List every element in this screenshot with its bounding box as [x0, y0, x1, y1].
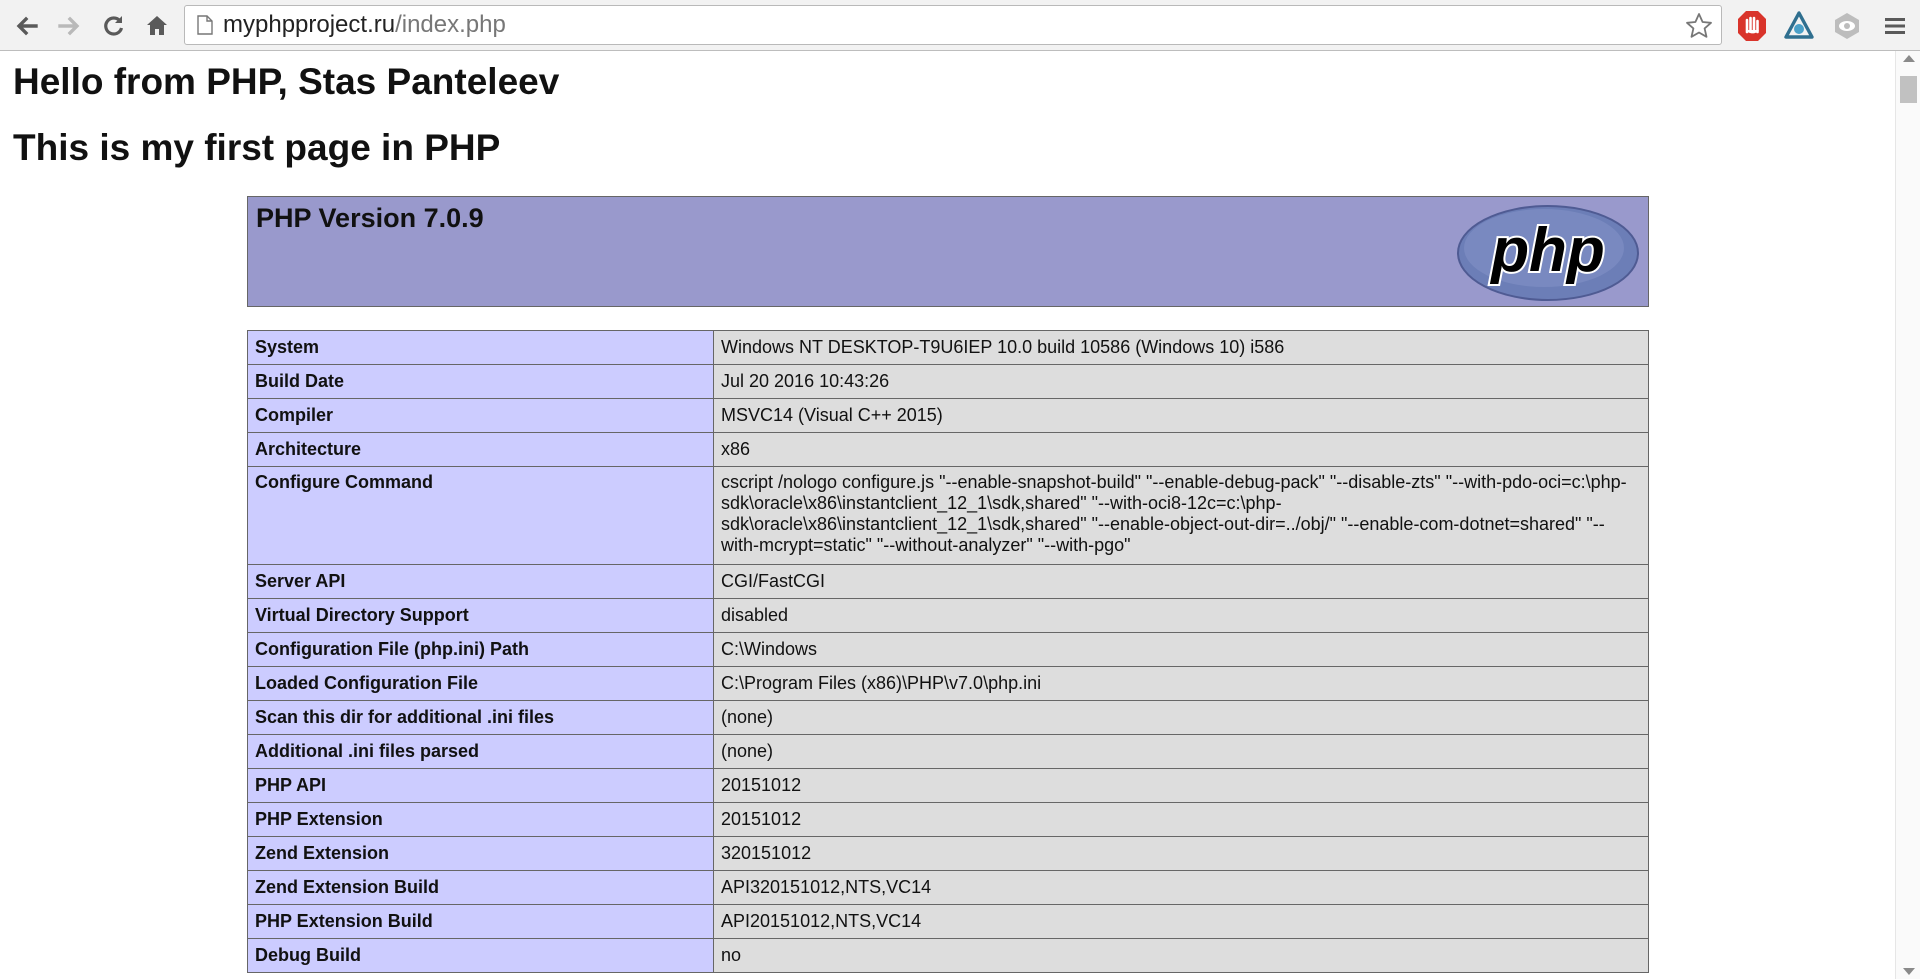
row-value: 20151012 [713, 768, 1649, 803]
adblock-extension-button[interactable] [1734, 8, 1770, 44]
row-key: PHP Extension [247, 802, 714, 837]
eye-extension-button[interactable] [1829, 8, 1865, 44]
back-icon [16, 16, 38, 36]
row-key: Configuration File (php.ini) Path [247, 632, 714, 667]
url-host: myphpproject.ru [223, 11, 396, 38]
extension-button[interactable] [1781, 8, 1817, 44]
row-value: API20151012,NTS,VC14 [713, 904, 1649, 939]
row-value: C:\Program Files (x86)\PHP\v7.0\php.ini [713, 666, 1649, 701]
adblock-extension-icon [1738, 11, 1766, 41]
table-row: Zend Extension Build API320151012,NTS,VC1… [247, 870, 1649, 905]
page-viewport: Hello from PHP, Stas Panteleev This is m… [0, 51, 1920, 979]
home-button[interactable] [140, 9, 174, 43]
table-row: Architecture x86 [247, 432, 1649, 467]
row-key: Zend Extension Build [247, 870, 714, 905]
row-value: x86 [713, 432, 1649, 467]
bookmark-star-icon[interactable] [1685, 12, 1713, 40]
row-value: Jul 20 2016 10:43:26 [713, 364, 1649, 399]
phpinfo-table-body: System Windows NT DESKTOP-T9U6IEP 10.0 bu… [247, 330, 1649, 973]
forward-icon [58, 16, 80, 36]
table-row: Compiler MSVC14 (Visual C++ 2015) [247, 398, 1649, 433]
row-key: Debug Build [247, 938, 714, 973]
row-key: Loaded Configuration File [247, 666, 714, 701]
table-row: System Windows NT DESKTOP-T9U6IEP 10.0 bu… [247, 330, 1649, 365]
row-key: PHP Extension Build [247, 904, 714, 939]
scroll-down-arrow-icon[interactable] [1903, 968, 1915, 975]
row-value: disabled [713, 598, 1649, 633]
page-scrollbar[interactable] [1895, 51, 1920, 979]
row-value: Windows NT DESKTOP-T9U6IEP 10.0 build 10… [713, 330, 1649, 365]
row-value: C:\Windows [713, 632, 1649, 667]
row-key: Zend Extension [247, 836, 714, 871]
row-key: Build Date [247, 364, 714, 399]
row-value: MSVC14 (Visual C++ 2015) [713, 398, 1649, 433]
table-row: Additional .ini files parsed (none) [247, 734, 1649, 769]
row-value: (none) [713, 734, 1649, 769]
row-value: CGI/FastCGI [713, 564, 1649, 599]
php-logo[interactable]: php php [1456, 204, 1640, 302]
row-key: Scan this dir for additional .ini files [247, 700, 714, 735]
table-row: PHP API 20151012 [247, 768, 1649, 803]
row-key: Architecture [247, 432, 714, 467]
table-row: Zend Extension 320151012 [247, 836, 1649, 871]
browser-toolbar: myphpproject.ru/index.php [0, 0, 1920, 51]
table-row: Server API CGI/FastCGI [247, 564, 1649, 599]
first-page-heading: This is my first page in PHP [13, 127, 501, 168]
row-value: 20151012 [713, 802, 1649, 837]
scroll-up-arrow-icon[interactable] [1903, 55, 1915, 62]
table-row: Scan this dir for additional .ini files(… [247, 700, 1649, 735]
row-value: 320151012 [713, 836, 1649, 871]
table-row: Loaded Configuration File C:\Program File… [247, 666, 1649, 701]
phpinfo-header: PHP Version 7.0.9 php php [247, 196, 1649, 307]
row-value: (none) [713, 700, 1649, 735]
greeting-heading: Hello from PHP, Stas Panteleev [13, 61, 560, 102]
table-row: Configuration File (php.ini) Path C:\Wind… [247, 632, 1649, 667]
menu-button[interactable] [1877, 8, 1913, 44]
back-button[interactable] [10, 9, 44, 43]
row-value: no [713, 938, 1649, 973]
address-bar[interactable]: myphpproject.ru/index.php [184, 5, 1722, 45]
row-key: PHP API [247, 768, 714, 803]
php-version-title: PHP Version 7.0.9 [256, 203, 484, 233]
row-key: Virtual Directory Support [247, 598, 714, 633]
table-row: Debug Build no [247, 938, 1649, 973]
row-key: Server API [247, 564, 714, 599]
row-key: Configure Command [247, 466, 714, 565]
phpinfo-table: System Windows NT DESKTOP-T9U6IEP 10.0 bu… [247, 330, 1649, 973]
table-row: Build Date Jul 20 2016 10:43:26 [247, 364, 1649, 399]
scroll-thumb[interactable] [1900, 76, 1917, 103]
row-key: System [247, 330, 714, 365]
table-row: Virtual Directory Support disabled [247, 598, 1649, 633]
row-value: API320151012,NTS,VC14 [713, 870, 1649, 905]
row-key: Additional .ini files parsed [247, 734, 714, 769]
home-icon [147, 16, 167, 35]
eye-extension-icon [1835, 13, 1859, 39]
php-logo-text: php [1489, 216, 1605, 285]
row-key: Compiler [247, 398, 714, 433]
table-row: PHP Extension 20151012 [247, 802, 1649, 837]
forward-button[interactable] [52, 9, 86, 43]
table-row: PHP Extension Build API20151012,NTS,VC14 [247, 904, 1649, 939]
url-text: myphpproject.ru/index.php [223, 13, 506, 37]
extension-icon [1784, 11, 1814, 39]
table-row: Configure Command cscript /nologo configu… [247, 466, 1649, 565]
url-path: /index.php [395, 11, 506, 38]
row-value: cscript /nologo configure.js "--enable-s… [713, 466, 1649, 565]
page-icon [197, 15, 213, 35]
reload-icon [104, 16, 124, 36]
menu-icon [1885, 18, 1905, 34]
reload-button[interactable] [96, 9, 130, 43]
